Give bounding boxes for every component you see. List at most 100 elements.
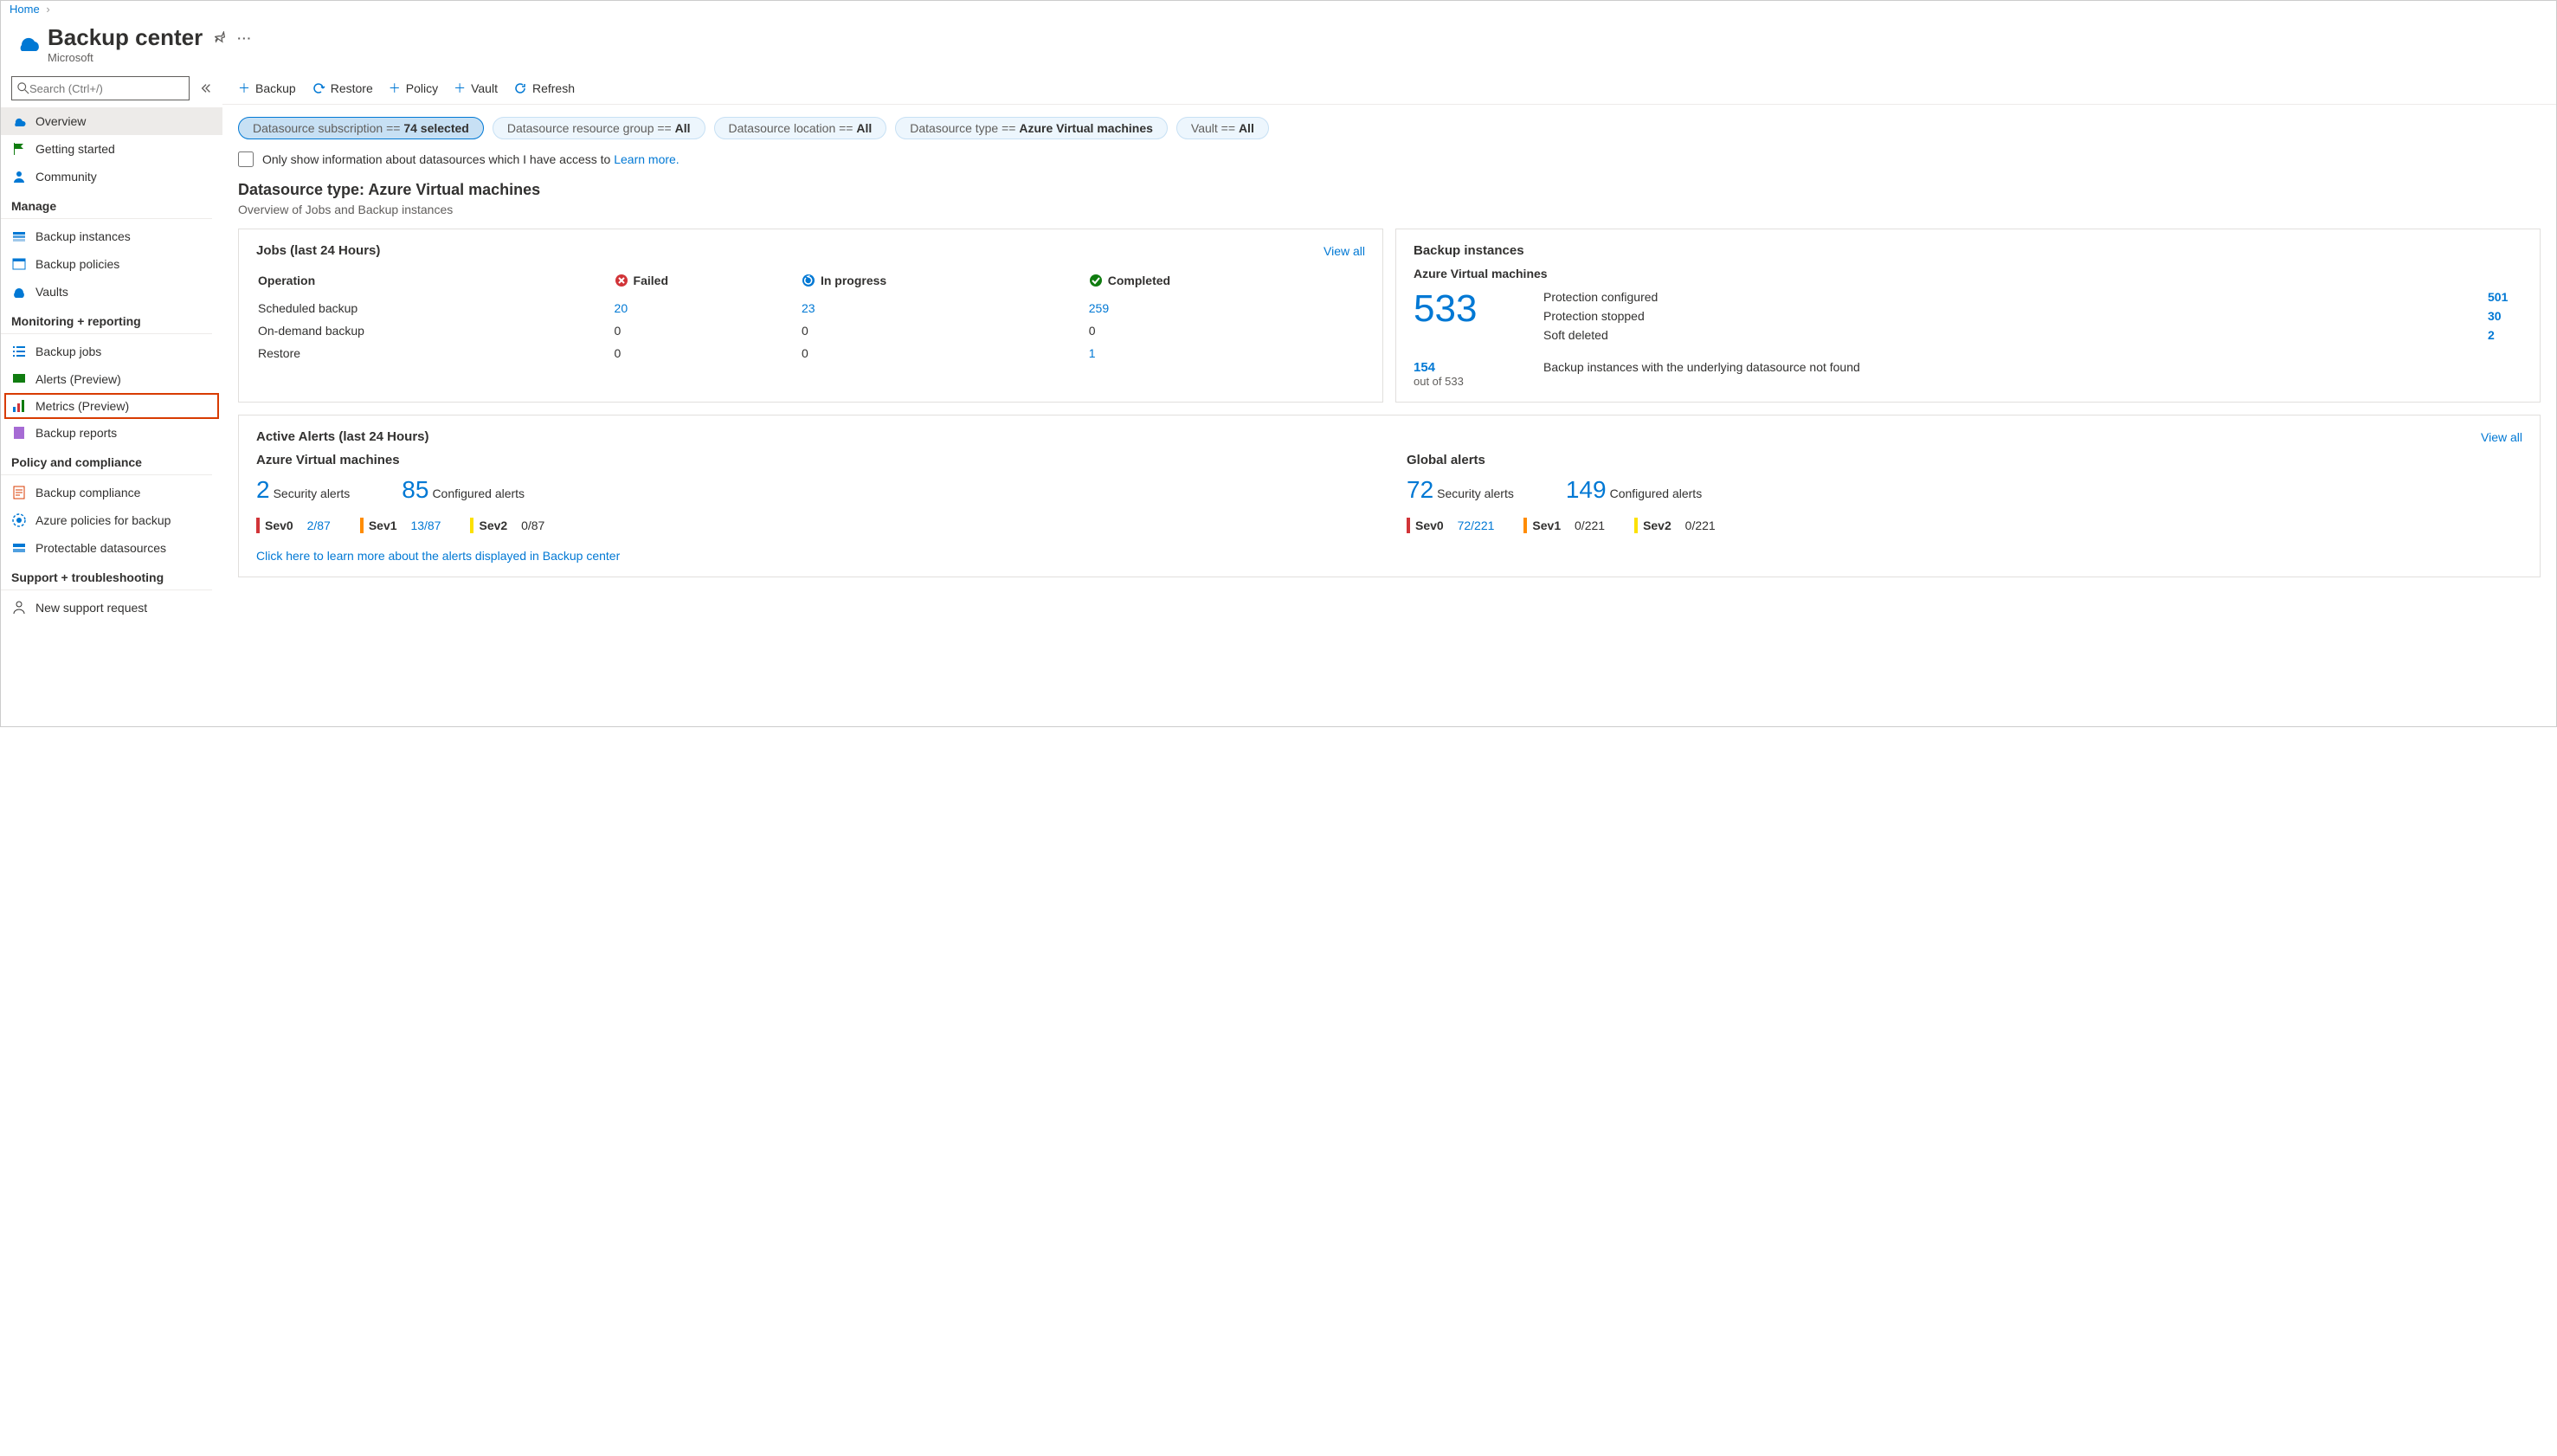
card-title: Backup instances <box>1414 243 1524 258</box>
plus-icon: ＋ <box>389 80 401 97</box>
sidebar-item-backup-policies[interactable]: Backup policies <box>1 250 222 278</box>
stat-value[interactable]: 501 <box>2488 290 2522 304</box>
breadcrumb-home[interactable]: Home <box>10 3 40 16</box>
sidebar-item-backup-reports[interactable]: Backup reports <box>1 419 222 447</box>
sev2[interactable]: Sev2 0/87 <box>470 518 544 533</box>
alerts-learn-link[interactable]: Click here to learn more about the alert… <box>256 549 2522 563</box>
collapse-sidebar-icon[interactable] <box>196 82 216 94</box>
alerts-col-title: Global alerts <box>1407 453 2522 467</box>
sub-count[interactable]: 154 <box>1414 360 1509 375</box>
restore-button[interactable]: Restore <box>312 81 373 95</box>
pin-icon[interactable] <box>215 31 229 45</box>
sidebar-item-label: Metrics (Preview) <box>35 399 129 413</box>
sev0[interactable]: Sev0 72/221 <box>1407 518 1494 533</box>
sev1[interactable]: Sev1 0/221 <box>1523 518 1605 533</box>
backup-button[interactable]: ＋Backup <box>238 80 296 97</box>
learn-more-link[interactable]: Learn more. <box>614 152 679 166</box>
sidebar-item-backup-instances[interactable]: Backup instances <box>1 222 222 250</box>
sidebar-group-policy: Policy and compliance <box>1 447 212 475</box>
sidebar-item-label: Backup policies <box>35 257 119 271</box>
filter-resource-group[interactable]: Datasource resource group == All <box>493 117 705 139</box>
sidebar-item-label: Protectable datasources <box>35 541 166 555</box>
sev0[interactable]: Sev0 2/87 <box>256 518 331 533</box>
sidebar-item-label: Backup jobs <box>35 345 101 358</box>
vault-button[interactable]: ＋Vault <box>454 80 498 97</box>
sidebar-item-label: Alerts (Preview) <box>35 372 121 386</box>
alerts-global-column: Global alerts 72Security alerts 149Confi… <box>1407 453 2522 533</box>
col-failed: Failed <box>615 268 800 296</box>
backup-center-icon <box>13 28 42 57</box>
filter-subscription[interactable]: Datasource subscription == 74 selected <box>238 117 484 139</box>
sidebar-item-backup-jobs[interactable]: Backup jobs <box>1 338 222 365</box>
alerts-card: Active Alerts (last 24 Hours) View all A… <box>238 415 2541 577</box>
table-row: Restore001 <box>258 343 1363 364</box>
alerts-col-title: Azure Virtual machines <box>256 453 1372 467</box>
sidebar-item-alerts[interactable]: Alerts (Preview) <box>1 365 222 393</box>
toolbar: ＋Backup Restore ＋Policy ＋Vault Refresh <box>222 73 2556 105</box>
progress-icon <box>802 274 815 287</box>
sidebar-item-label: Getting started <box>35 142 115 156</box>
access-filter-row: Only show information about datasources … <box>222 148 2556 179</box>
checkbox-label: Only show information about datasources … <box>262 152 614 166</box>
sev2-bar-icon <box>470 518 473 533</box>
job-value[interactable]: 1 <box>1089 343 1363 364</box>
sev1[interactable]: Sev1 13/87 <box>360 518 441 533</box>
instances-note: Backup instances with the underlying dat… <box>1543 360 2522 388</box>
sidebar-item-getting-started[interactable]: Getting started <box>1 135 222 163</box>
sidebar-item-label: Backup compliance <box>35 486 140 499</box>
refresh-button[interactable]: Refresh <box>513 81 575 95</box>
filter-vault[interactable]: Vault == All <box>1176 117 1269 139</box>
stat-value[interactable]: 30 <box>2488 309 2522 323</box>
sev1-bar-icon <box>1523 518 1527 533</box>
sidebar-item-label: Community <box>35 170 97 184</box>
refresh-icon <box>513 81 527 95</box>
stat-value[interactable]: 2 <box>2488 328 2522 342</box>
sidebar-item-label: Backup instances <box>35 229 131 243</box>
stat-label: Soft deleted <box>1543 328 1608 342</box>
community-icon <box>11 169 27 184</box>
sidebar-item-metrics[interactable]: Metrics (Preview) <box>4 393 219 419</box>
instances-icon <box>11 229 27 244</box>
vault-icon <box>11 284 27 300</box>
sidebar-item-backup-compliance[interactable]: Backup compliance <box>1 479 222 506</box>
chevron-right-icon: › <box>46 3 49 16</box>
sev0-bar-icon <box>1407 518 1410 533</box>
job-value[interactable]: 20 <box>615 298 800 319</box>
sub-text: out of 533 <box>1414 375 1509 388</box>
page-title: Backup center <box>48 24 203 51</box>
page-subtitle: Microsoft <box>48 51 203 64</box>
policy-icon <box>11 512 27 528</box>
view-all-link[interactable]: View all <box>1324 244 1365 258</box>
view-all-link[interactable]: View all <box>2481 430 2522 444</box>
sidebar-item-community[interactable]: Community <box>1 163 222 190</box>
search-input[interactable] <box>11 76 190 100</box>
job-value[interactable]: 259 <box>1089 298 1363 319</box>
plus-icon: ＋ <box>238 80 250 97</box>
job-value[interactable]: 23 <box>802 298 1087 319</box>
sidebar-item-vaults[interactable]: Vaults <box>1 278 222 306</box>
configured-alerts[interactable]: 149Configured alerts <box>1566 476 1702 504</box>
access-checkbox[interactable] <box>238 151 254 167</box>
page-header: Backup center Microsoft ··· <box>1 17 2556 73</box>
configured-alerts[interactable]: 85Configured alerts <box>402 476 525 504</box>
sev2[interactable]: Sev2 0/221 <box>1634 518 1716 533</box>
security-alerts[interactable]: 72Security alerts <box>1407 476 1514 504</box>
filter-type[interactable]: Datasource type == Azure Virtual machine… <box>895 117 1168 139</box>
list-icon <box>11 344 27 359</box>
sidebar-item-new-support[interactable]: New support request <box>1 594 222 622</box>
col-operation: Operation <box>258 268 613 296</box>
undo-icon <box>312 81 325 95</box>
compliance-icon <box>11 485 27 500</box>
sev2-bar-icon <box>1634 518 1638 533</box>
col-completed: Completed <box>1089 268 1363 296</box>
sidebar-item-azure-policies[interactable]: Azure policies for backup <box>1 506 222 534</box>
security-alerts[interactable]: 2Security alerts <box>256 476 350 504</box>
filter-location[interactable]: Datasource location == All <box>714 117 887 139</box>
sidebar-item-label: Vaults <box>35 285 68 299</box>
more-icon[interactable]: ··· <box>237 31 252 45</box>
sidebar-item-overview[interactable]: Overview <box>1 107 222 135</box>
policy-button[interactable]: ＋Policy <box>389 80 438 97</box>
sev0-bar-icon <box>256 518 260 533</box>
total-instances[interactable]: 533 <box>1414 287 1509 331</box>
sidebar-item-protectable[interactable]: Protectable datasources <box>1 534 222 562</box>
